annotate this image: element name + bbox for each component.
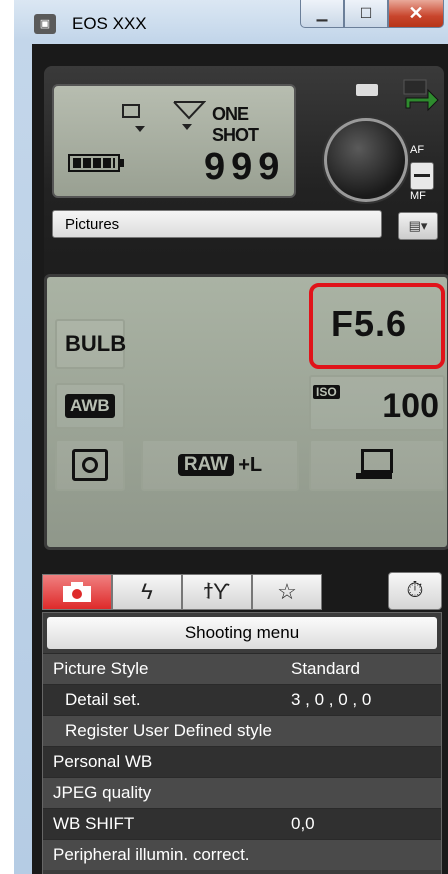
menu-row-value: Standard	[291, 659, 360, 678]
menu-row-label: Register User Defined style	[65, 721, 272, 740]
window-frame: ▣ EOS XXX ▁ ☐ ✕ ONE SHOT 999 AF MF Pictu…	[14, 0, 448, 874]
menu-row-label: WB SHIFT	[53, 814, 135, 833]
folder-field[interactable]: Pictures	[52, 210, 382, 238]
title-bar[interactable]: ▣ EOS XXX ▁ ☐ ✕	[14, 0, 448, 44]
folder-settings-button[interactable]: ▤▾	[398, 212, 438, 240]
close-button[interactable]: ✕	[388, 0, 444, 28]
tab-tools[interactable]: ϯϒ	[182, 574, 252, 610]
af-dropdown-icon	[182, 124, 192, 130]
menu-row-wb-shift[interactable]: WB SHIFT 0,0	[43, 808, 441, 839]
tab-my-menu[interactable]: ☆	[252, 574, 322, 610]
menu-title: Shooting menu	[47, 617, 437, 649]
af-mf-toggle[interactable]	[410, 162, 434, 190]
tab-shooting[interactable]	[42, 574, 112, 610]
save-destination[interactable]	[309, 439, 445, 491]
status-indicator	[356, 84, 378, 96]
iso-setting[interactable]: ISO 100	[309, 375, 445, 431]
af-label: AF	[410, 144, 425, 156]
timer-button[interactable]: ⏱	[388, 572, 442, 610]
menu-row-label: JPEG quality	[53, 783, 152, 802]
iso-value: 100	[382, 387, 439, 425]
menu-row-jpeg-quality[interactable]: JPEG quality	[43, 777, 441, 808]
tools-icon: ϯϒ	[203, 579, 230, 604]
status-lcd: ONE SHOT 999	[52, 84, 296, 198]
aperture-value: F5.6	[331, 303, 408, 344]
menu-row-picture-style[interactable]: Picture Style Standard	[43, 653, 441, 684]
app-window: ▣ EOS XXX ▁ ☐ ✕ ONE SHOT 999 AF MF Pictu…	[14, 0, 448, 874]
shooting-menu: Shooting menu Picture Style Standard Det…	[42, 612, 442, 874]
menu-row-personal-wb[interactable]: Personal WB	[43, 746, 441, 777]
af-frame-icon	[173, 101, 206, 120]
mf-label: MF	[410, 190, 426, 202]
image-quality[interactable]: RAW +L	[141, 439, 299, 491]
window-controls: ▁ ☐ ✕	[300, 0, 444, 30]
menu-row-peripheral-illumin[interactable]: Peripheral illumin. correct.	[43, 839, 441, 870]
drive-mode-icon[interactable]	[122, 104, 140, 118]
shutter-speed[interactable]: BULB	[55, 319, 126, 369]
menu-row-label: Detail set.	[65, 690, 141, 709]
iso-label: ISO	[313, 385, 340, 399]
menu-row-label: Personal WB	[53, 752, 153, 771]
menu-row-register-style[interactable]: Register User Defined style	[43, 715, 441, 746]
flash-icon: ϟ	[141, 579, 153, 604]
metering-icon	[72, 449, 108, 481]
settings-lcd: BULB F5.6 AWB ISO 100 RAW +L	[44, 274, 448, 550]
af-mf-switch[interactable]: AF MF	[408, 142, 436, 202]
star-icon: ☆	[277, 579, 297, 604]
menu-tabs: ϟ ϯϒ ☆	[42, 574, 322, 614]
white-balance-label: AWB	[65, 394, 115, 418]
quality-size: +L	[238, 453, 263, 476]
battery-icon	[68, 154, 124, 172]
transfer-arrow-icon[interactable]	[400, 76, 440, 116]
white-balance[interactable]: AWB	[55, 383, 125, 429]
drive-dropdown-icon	[135, 126, 145, 132]
maximize-button[interactable]: ☐	[344, 0, 388, 28]
menu-row-value: 3 , 0 , 0 , 0	[291, 690, 372, 709]
raw-badge: RAW	[177, 454, 235, 476]
aperture-highlight[interactable]: F5.6	[309, 283, 445, 369]
shots-remaining: 999	[204, 146, 286, 188]
timer-icon: ⏱	[406, 577, 424, 602]
camera-icon: ▣	[34, 14, 56, 34]
computer-icon	[356, 449, 393, 479]
menu-row-label: Picture Style	[53, 659, 149, 678]
main-panel: ONE SHOT 999 AF MF Pictures ▤▾ BULB F5.6…	[32, 44, 448, 874]
af-mode-label[interactable]: ONE SHOT	[212, 104, 294, 146]
shutter-button[interactable]	[324, 118, 408, 202]
window-title: EOS XXX	[72, 14, 147, 33]
minimize-button[interactable]: ▁	[300, 0, 344, 28]
camera-icon	[63, 582, 91, 602]
tab-flash[interactable]: ϟ	[112, 574, 182, 610]
menu-row-detail-set[interactable]: Detail set. 3 , 0 , 0 , 0	[43, 684, 441, 715]
metering-mode[interactable]	[55, 439, 125, 491]
menu-row-value: 0,0	[291, 814, 315, 833]
menu-row-label: Peripheral illumin. correct.	[53, 845, 250, 864]
